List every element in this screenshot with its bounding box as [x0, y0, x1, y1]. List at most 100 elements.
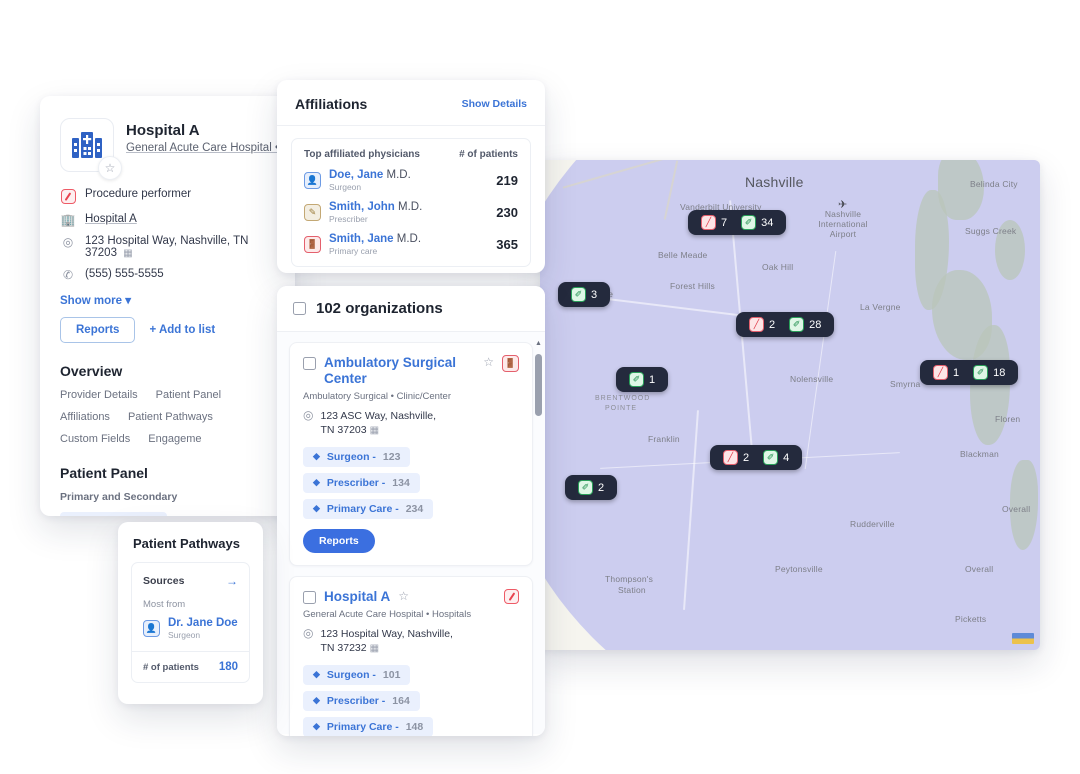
tab-engageme[interactable]: Engageme: [148, 433, 201, 445]
map-marker-item[interactable]: ✐ 2: [573, 480, 609, 495]
specialty-chip[interactable]: ◆Surgeon -123: [303, 446, 411, 467]
overview-heading: Overview: [60, 363, 123, 379]
sources-label: Sources: [143, 575, 185, 587]
map-panel[interactable]: ✈ Nashville International Airport Nashvi…: [540, 160, 1040, 650]
patient-panel-chips: ◆Surgeon -123◆Primary Care - 234: [60, 512, 275, 516]
map-marker-item[interactable]: ╱ 2: [718, 450, 754, 465]
specialty-chip[interactable]: ◆ Surgeon - 101: [303, 664, 411, 685]
tab-patient-pathways[interactable]: Patient Pathways: [128, 411, 213, 423]
organization-checkbox[interactable]: [303, 590, 316, 604]
organization-name[interactable]: Hospital A: [324, 589, 390, 605]
diamond-icon: ◆: [313, 695, 320, 706]
select-all-checkbox[interactable]: [293, 302, 306, 315]
prescriber-badge-icon: ✎: [304, 204, 321, 221]
map-marker-item[interactable]: ╱ 7: [696, 215, 732, 230]
organization-address: ◎ 123 Hospital Way, Nashville, TN 37232 ▦: [303, 627, 519, 656]
map-preview-icon[interactable]: ▦: [370, 643, 379, 654]
patient-count: 230: [496, 205, 518, 220]
airport-line-3: Airport: [829, 228, 857, 239]
map-marker[interactable]: ✐ 3: [558, 282, 611, 307]
scrollbar-thumb[interactable]: [535, 354, 542, 416]
tab-custom-fields[interactable]: Custom Fields: [60, 433, 130, 445]
favorite-star-icon[interactable]: ☆: [98, 156, 122, 180]
app-screenshot: ✈ Nashville International Airport Nashvi…: [0, 0, 1080, 774]
address-line-2: TN 37232 ▦: [320, 641, 452, 656]
building-icon: 🏢: [60, 213, 76, 227]
diamond-icon: ◆: [313, 503, 320, 514]
map-place-label: Nolensville: [790, 374, 834, 384]
chip-label: Primary Care -: [326, 720, 399, 733]
diamond-icon: ◆: [313, 669, 320, 680]
profile-row-procedure: Procedure performer: [60, 188, 275, 204]
map-marker[interactable]: ✐ 1: [616, 367, 669, 392]
overview-tabs[interactable]: Provider Details Patient Panel Affiliation…: [60, 389, 275, 445]
address-zip: TN 37232: [320, 642, 367, 655]
organization-card[interactable]: Ambulatory Surgical Center ☆ 🚪 Ambulatory S…: [289, 342, 533, 566]
affiliation-row[interactable]: ✎ Smith, John M.D. Prescriber 230: [304, 201, 518, 224]
map-marker-item[interactable]: ✐ 4: [758, 450, 794, 465]
show-more-button[interactable]: Show more ▾: [60, 293, 275, 307]
physician-name[interactable]: Doe, Jane M.D.: [329, 169, 411, 181]
location-pin-icon: ◎: [303, 626, 314, 641]
primary-care-flag-icon[interactable]: 🚪: [502, 355, 519, 372]
specialty-chip[interactable]: ◆ Primary Care - 234: [303, 498, 434, 519]
patient-panel-heading: Patient Panel: [60, 465, 148, 481]
profile-row-label[interactable]: Hospital A: [85, 213, 137, 225]
address-line-2: TN 37203 ▦: [320, 423, 436, 438]
address-zip: TN 37203: [320, 424, 367, 437]
map-marker-count: 34: [761, 216, 774, 229]
map-marker-item[interactable]: ✐ 3: [566, 287, 602, 302]
prescriber-icon: ✐: [741, 215, 757, 230]
map-marker-item[interactable]: ✐ 34: [736, 215, 778, 230]
specialty-chip[interactable]: ◆ Prescriber - 164: [303, 690, 420, 711]
physician-name[interactable]: Smith, John M.D.: [329, 201, 422, 213]
organization-chips: ◆ Surgeon - 123 ◆ Prescriber - 134 ◆ Primary C…: [303, 446, 519, 519]
tab-patient-panel[interactable]: Patient Panel: [156, 389, 221, 401]
specialty-chip[interactable]: ◆ Prescriber - 134: [303, 472, 420, 493]
address-line-1: 123 Hospital Way, Nashville,: [320, 628, 453, 641]
organization-name[interactable]: Ambulatory Surgical Center: [324, 355, 475, 386]
map-marker[interactable]: ╱ 7 ✐ 34: [688, 210, 787, 235]
physician-name[interactable]: Smith, Jane M.D.: [329, 233, 421, 245]
add-to-list-button[interactable]: + Add to list: [149, 324, 215, 336]
organization-checkbox[interactable]: [303, 357, 316, 370]
specialty-chip[interactable]: ◆Surgeon -123: [60, 512, 168, 516]
map-marker-item[interactable]: ╱ 1: [928, 365, 964, 380]
specialty-chip[interactable]: ◆ Primary Care - 148: [303, 716, 434, 736]
map-preview-icon[interactable]: ▦: [370, 425, 379, 436]
map-marker-count: 18: [993, 366, 1006, 379]
organization-reports-button[interactable]: Reports: [303, 528, 375, 553]
physician-suffix: M.D.: [383, 169, 411, 181]
pathway-doctor-name[interactable]: Dr. Jane Doe: [168, 617, 238, 629]
profile-row-label: Procedure performer: [85, 188, 192, 200]
affiliations-rows: 👤 Doe, Jane M.D. Surgeon 219 ✎ Smith, John M.…: [304, 169, 518, 256]
scroll-up-arrow-icon[interactable]: ▲: [535, 340, 542, 347]
show-details-link[interactable]: Show Details: [462, 98, 527, 110]
procedure-performer-icon: ╱: [723, 450, 738, 465]
profile-row-organization[interactable]: 🏢 Hospital A: [60, 213, 275, 226]
chip-count: 234: [405, 502, 424, 515]
favorite-star-icon[interactable]: ☆: [398, 589, 409, 603]
map-preview-icon[interactable]: ▦: [123, 248, 132, 259]
map-marker-item[interactable]: ✐ 28: [784, 317, 826, 332]
map-marker-item[interactable]: ✐ 1: [624, 372, 660, 387]
map-marker-item[interactable]: ✐ 18: [968, 365, 1010, 380]
tab-affiliations[interactable]: Affiliations: [60, 411, 110, 423]
map-place-label: Nashville: [745, 174, 804, 190]
organization-card[interactable]: Hospital A ☆ General Acute Care Hospital •…: [289, 575, 533, 736]
affiliation-row[interactable]: 🚪 Smith, Jane M.D. Primary care 365: [304, 233, 518, 256]
arrow-right-icon[interactable]: →: [226, 574, 238, 588]
map-marker[interactable]: ╱ 2 ✐ 4: [710, 445, 803, 470]
favorite-star-icon[interactable]: ☆: [483, 355, 494, 369]
map-marker-item[interactable]: ╱ 2: [744, 317, 780, 332]
map-marker[interactable]: ╱ 2 ✐ 28: [736, 312, 835, 337]
tab-provider-details[interactable]: Provider Details: [60, 389, 138, 401]
reports-button[interactable]: Reports: [60, 317, 136, 343]
map-marker[interactable]: ✐ 2: [565, 475, 618, 500]
organizations-scrollbar[interactable]: ▲: [535, 340, 542, 725]
prescriber-icon: ✐: [629, 372, 644, 387]
affiliation-row[interactable]: 👤 Doe, Jane M.D. Surgeon 219: [304, 169, 518, 192]
map-marker[interactable]: ╱ 1 ✐ 18: [920, 360, 1019, 385]
procedure-performer-flag-icon[interactable]: [504, 588, 519, 604]
profile-detail-rows: Procedure performer 🏢 Hospital A ◎ 123 H…: [60, 188, 275, 281]
